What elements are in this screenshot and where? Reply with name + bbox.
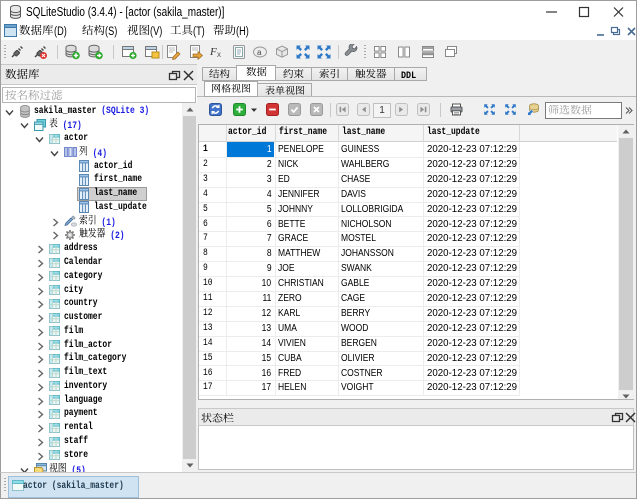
svg-text:a: a <box>257 48 262 57</box>
svg-text:x: x <box>217 50 221 59</box>
svg-text:F: F <box>209 46 217 58</box>
